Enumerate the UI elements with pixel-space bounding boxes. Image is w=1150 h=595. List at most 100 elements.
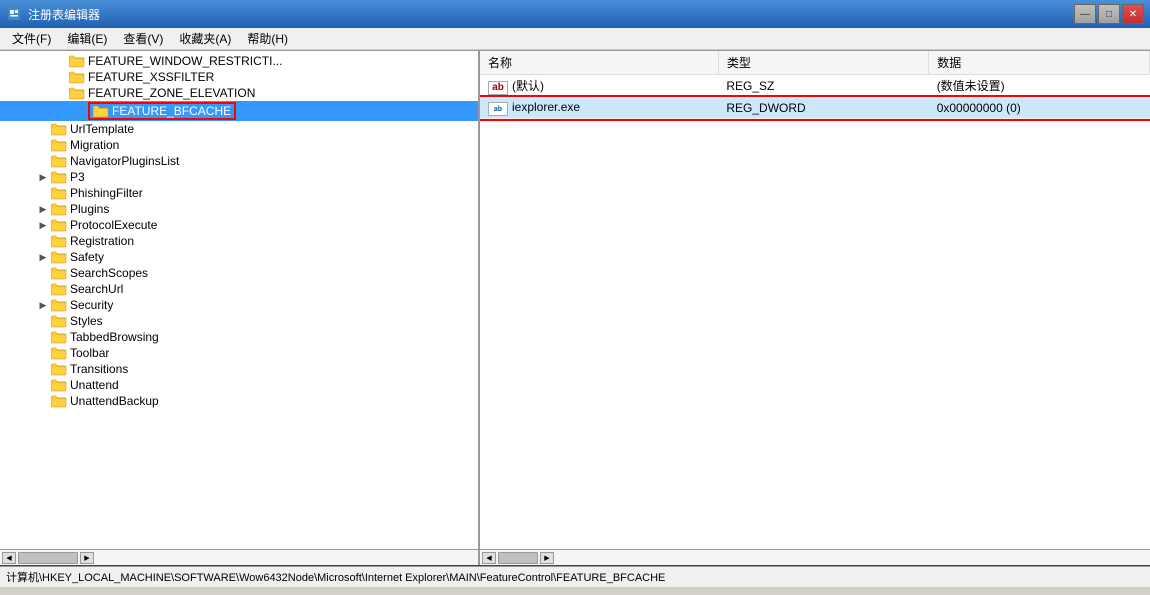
tree-item[interactable]: FEATURE_BFCACHE xyxy=(0,101,478,121)
expand-icon[interactable]: ▶ xyxy=(36,250,50,264)
main-content: FEATURE_WINDOW_RESTRICTI... FEATURE_XSSF… xyxy=(0,50,1150,549)
col-type[interactable]: 类型 xyxy=(718,51,928,75)
type-icon-ab: ab xyxy=(488,81,508,95)
tree-item[interactable]: NavigatorPluginsList xyxy=(0,153,478,169)
scroll-left-btn[interactable]: ◀ xyxy=(2,552,16,564)
tree-item[interactable]: ▶ ProtocolExecute xyxy=(0,217,478,233)
expand-icon xyxy=(54,70,68,84)
tree-item-label: UnattendBackup xyxy=(70,394,159,408)
tree-item[interactable]: Registration xyxy=(0,233,478,249)
tree-item[interactable]: UnattendBackup xyxy=(0,393,478,409)
tree-item[interactable]: Unattend xyxy=(0,377,478,393)
tree-item[interactable]: ▶ Safety xyxy=(0,249,478,265)
registry-values-panel: 名称 类型 数据 ab(默认)REG_SZ(数值未设置)abiexplorer.… xyxy=(480,51,1150,549)
tree-item[interactable]: SearchScopes xyxy=(0,265,478,281)
expand-icon xyxy=(36,282,50,296)
reg-type-cell: REG_DWORD xyxy=(718,97,928,119)
tree-item[interactable]: PhishingFilter xyxy=(0,185,478,201)
tree-item[interactable]: TabbedBrowsing xyxy=(0,329,478,345)
window-controls: — □ ✕ xyxy=(1074,4,1144,24)
app-icon xyxy=(6,6,22,22)
tree-item-label: PhishingFilter xyxy=(70,186,143,200)
values-scroll-thumb[interactable] xyxy=(498,552,538,564)
tree-item[interactable]: ▶ Plugins xyxy=(0,201,478,217)
tree-item-label: Migration xyxy=(70,138,119,152)
tree-item[interactable]: SearchUrl xyxy=(0,281,478,297)
expand-icon xyxy=(36,314,50,328)
window-title: 注册表编辑器 xyxy=(28,6,1074,23)
folder-icon xyxy=(51,170,67,184)
folder-icon xyxy=(69,104,85,118)
folder-icon xyxy=(51,234,67,248)
maximize-button[interactable]: □ xyxy=(1098,4,1120,24)
menu-file[interactable]: 文件(F) xyxy=(4,28,59,49)
expand-icon xyxy=(36,362,50,376)
expand-icon xyxy=(36,138,50,152)
expand-icon[interactable]: ▶ xyxy=(36,170,50,184)
type-icon-dword: ab xyxy=(488,102,508,116)
tree-item-label: Styles xyxy=(70,314,103,328)
registry-row[interactable]: ab(默认)REG_SZ(数值未设置) xyxy=(480,75,1150,98)
tree-item-label: Toolbar xyxy=(70,346,109,360)
reg-name: iexplorer.exe xyxy=(512,100,580,114)
tree-item[interactable]: UrlTemplate xyxy=(0,121,478,137)
reg-data-cell: (数值未设置) xyxy=(929,75,1150,98)
folder-icon xyxy=(51,346,67,360)
tree-item[interactable]: Styles xyxy=(0,313,478,329)
expand-icon xyxy=(36,154,50,168)
tree-item[interactable]: ▶ P3 xyxy=(0,169,478,185)
tree-item-label: NavigatorPluginsList xyxy=(70,154,179,168)
folder-icon xyxy=(51,282,67,296)
tree-item-label: P3 xyxy=(70,170,85,184)
scroll-thumb[interactable] xyxy=(18,552,78,564)
tree-item-label: Security xyxy=(70,298,113,312)
tree-item[interactable]: Transitions xyxy=(0,361,478,377)
tree-item-label: SearchUrl xyxy=(70,282,123,296)
expand-icon xyxy=(36,186,50,200)
folder-icon xyxy=(51,250,67,264)
folder-icon-inner xyxy=(93,104,109,118)
expand-icon xyxy=(36,394,50,408)
folder-icon xyxy=(51,362,67,376)
expand-icon[interactable]: ▶ xyxy=(36,298,50,312)
folder-icon xyxy=(51,266,67,280)
tree-item[interactable]: FEATURE_WINDOW_RESTRICTI... xyxy=(0,53,478,69)
tree-item-label: FEATURE_WINDOW_RESTRICTI... xyxy=(88,54,282,68)
minimize-button[interactable]: — xyxy=(1074,4,1096,24)
registry-row[interactable]: abiexplorer.exeREG_DWORD0x00000000 (0) xyxy=(480,97,1150,119)
tree-item-label: FEATURE_XSSFILTER xyxy=(88,70,214,84)
expand-icon xyxy=(36,330,50,344)
tree-item-label: UrlTemplate xyxy=(70,122,134,136)
expand-icon[interactable]: ▶ xyxy=(36,202,50,216)
menu-help[interactable]: 帮助(H) xyxy=(239,28,296,49)
menu-bar: 文件(F) 编辑(E) 查看(V) 收藏夹(A) 帮助(H) xyxy=(0,28,1150,50)
scroll-right-btn[interactable]: ▶ xyxy=(80,552,94,564)
tree-item[interactable]: FEATURE_ZONE_ELEVATION xyxy=(0,85,478,101)
col-name[interactable]: 名称 xyxy=(480,51,718,75)
values-scroll-right-btn[interactable]: ▶ xyxy=(540,552,554,564)
folder-icon xyxy=(51,138,67,152)
tree-item[interactable]: Toolbar xyxy=(0,345,478,361)
expand-icon xyxy=(54,104,68,118)
tree-item[interactable]: FEATURE_XSSFILTER xyxy=(0,69,478,85)
expand-icon[interactable]: ▶ xyxy=(36,218,50,232)
values-scrollbar[interactable]: ◀ ▶ xyxy=(480,550,1150,565)
tree-item-label: Plugins xyxy=(70,202,109,216)
menu-view[interactable]: 查看(V) xyxy=(115,28,171,49)
menu-favorites[interactable]: 收藏夹(A) xyxy=(171,28,239,49)
menu-edit[interactable]: 编辑(E) xyxy=(59,28,115,49)
tree-item-label: FEATURE_ZONE_ELEVATION xyxy=(88,86,255,100)
tree-item[interactable]: ▶ Security xyxy=(0,297,478,313)
registry-tree[interactable]: FEATURE_WINDOW_RESTRICTI... FEATURE_XSSF… xyxy=(0,51,480,549)
col-data[interactable]: 数据 xyxy=(929,51,1150,75)
status-bar: 计算机\HKEY_LOCAL_MACHINE\SOFTWARE\Wow6432N… xyxy=(0,565,1150,587)
tree-item-label: Transitions xyxy=(70,362,128,376)
values-scroll-left-btn[interactable]: ◀ xyxy=(482,552,496,564)
tree-item[interactable]: Migration xyxy=(0,137,478,153)
tree-item-label: Unattend xyxy=(70,378,119,392)
folder-icon xyxy=(51,314,67,328)
close-button[interactable]: ✕ xyxy=(1122,4,1144,24)
expand-icon xyxy=(36,266,50,280)
tree-scrollbar[interactable]: ◀ ▶ xyxy=(0,550,480,565)
expand-icon xyxy=(54,86,68,100)
